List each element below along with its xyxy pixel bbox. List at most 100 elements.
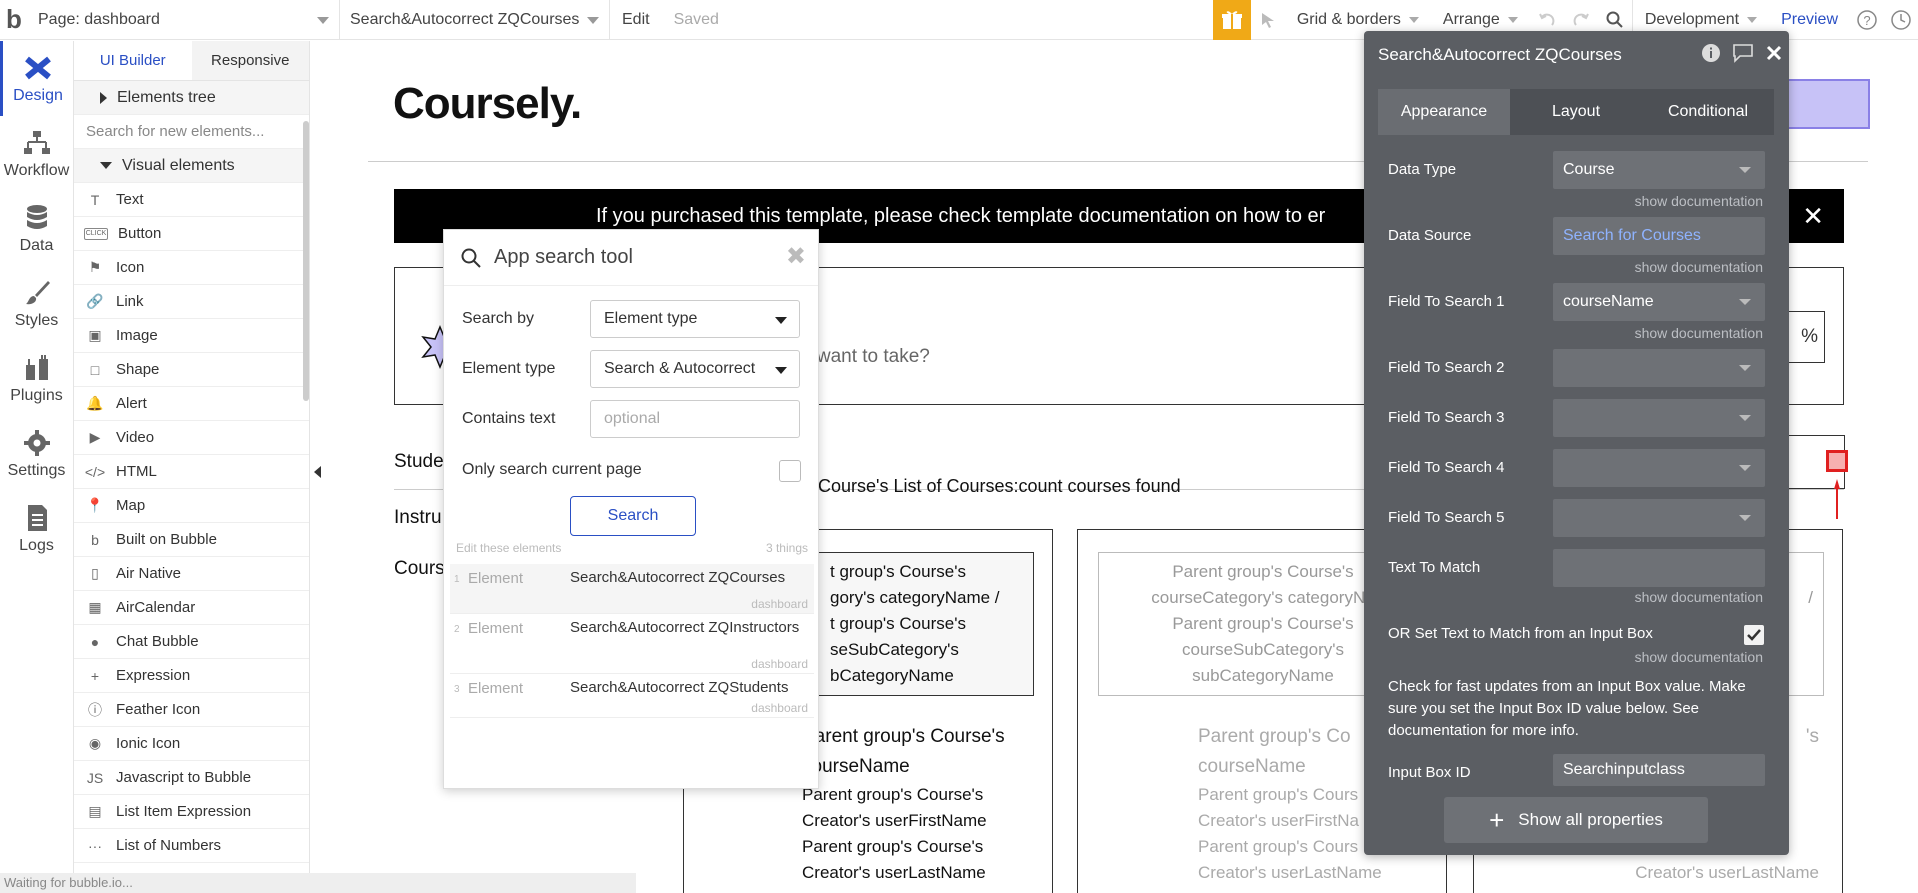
element-search[interactable]	[74, 115, 309, 149]
close-icon[interactable]: ✕	[1802, 201, 1824, 232]
tab-conditional[interactable]: Conditional	[1642, 89, 1774, 135]
element-item-text[interactable]: T Text	[74, 183, 309, 217]
students-tab-label[interactable]: Stude	[394, 451, 444, 473]
canvas-logo[interactable]: Coursely.	[393, 79, 582, 129]
field-to-search-4-dropdown[interactable]	[1553, 449, 1765, 487]
search-by-select[interactable]: Element type	[590, 300, 800, 338]
element-item-javascript-to-bubble[interactable]: JS Javascript to Bubble	[74, 761, 309, 795]
page-selector[interactable]: Page: dashboard	[28, 0, 340, 40]
collapse-panel-handle[interactable]	[310, 462, 324, 482]
search-result-row[interactable]: 1 Element Search&Autocorrect ZQCourses d…	[450, 564, 814, 614]
element-item-chat-bubble[interactable]: ● Chat Bubble	[74, 625, 309, 659]
element-item-html[interactable]: </> HTML	[74, 455, 309, 489]
nav-design-label: Design	[13, 86, 63, 104]
field-to-search-1-dropdown[interactable]: courseName	[1553, 283, 1765, 321]
pointer-icon[interactable]	[1251, 0, 1285, 40]
show-documentation-link[interactable]: show documentation	[1635, 589, 1763, 605]
data-type-dropdown[interactable]: Course	[1553, 151, 1765, 189]
element-item-map[interactable]: 📍 Map	[74, 489, 309, 523]
field-to-search-3-dropdown[interactable]	[1553, 399, 1765, 437]
element-item-video[interactable]: ▶ Video	[74, 421, 309, 455]
show-documentation-link[interactable]: show documentation	[1635, 259, 1763, 275]
chevron-down-icon	[317, 16, 329, 24]
tab-responsive[interactable]: Responsive	[191, 41, 309, 80]
preview-link[interactable]: Preview	[1769, 11, 1850, 29]
only-current-page-checkbox[interactable]	[779, 460, 801, 482]
banner-text: If you purchased this template, please c…	[596, 204, 1326, 227]
nav-plugins[interactable]: Plugins	[0, 341, 73, 416]
element-item-icon[interactable]: ⚑ Icon	[74, 251, 309, 285]
tab-layout[interactable]: Layout	[1510, 89, 1642, 135]
close-icon[interactable]	[1765, 44, 1783, 62]
comment-icon[interactable]	[1731, 43, 1755, 63]
elements-tree-toggle[interactable]: Elements tree	[74, 81, 309, 115]
show-documentation-link[interactable]: show documentation	[1635, 193, 1763, 209]
input-box-id-field[interactable]: Searchinputclass	[1553, 754, 1765, 786]
show-all-properties-button[interactable]: + Show all properties	[1444, 797, 1708, 843]
element-item-alert[interactable]: 🔔 Alert	[74, 387, 309, 421]
show-documentation-link[interactable]: show documentation	[1635, 649, 1763, 665]
element-item-link[interactable]: 🔗 Link	[74, 285, 309, 319]
bubble-logo[interactable]: b	[0, 0, 28, 40]
instructors-tab-label[interactable]: Instru	[394, 507, 442, 529]
element-selector[interactable]: Search&Autocorrect ZQCourses	[340, 0, 610, 40]
search-button[interactable]: Search	[570, 496, 696, 536]
nav-settings[interactable]: Settings	[0, 416, 73, 491]
text-to-match-field[interactable]	[1553, 549, 1765, 587]
search-result-row[interactable]: 2 Element Search&Autocorrect ZQInstructo…	[450, 614, 814, 674]
result-page: dashboard	[751, 657, 808, 671]
plugin-icon	[25, 354, 48, 380]
show-documentation-link[interactable]: show documentation	[1635, 325, 1763, 341]
element-item-built-on-bubble[interactable]: b Built on Bubble	[74, 523, 309, 557]
gift-icon[interactable]	[1212, 0, 1251, 40]
element-item-aircalendar[interactable]: ▦ AirCalendar	[74, 591, 309, 625]
element-item-ionic-icon[interactable]: ◉ Ionic Icon	[74, 727, 309, 761]
nav-plugins-label: Plugins	[10, 386, 63, 404]
search-icon	[461, 248, 481, 268]
result-number: 3	[454, 684, 460, 695]
element-item-label: Link	[116, 293, 144, 310]
environment-label: Development	[1644, 10, 1740, 28]
percent-text: %	[1801, 326, 1818, 347]
element-item-shape[interactable]: □ Shape	[74, 353, 309, 387]
tab-ui-builder[interactable]: UI Builder	[74, 41, 192, 80]
tab-appearance[interactable]: Appearance	[1378, 89, 1510, 135]
data-type-label: Data Type	[1388, 161, 1457, 178]
element-item-air-native[interactable]: ▯ Air Native	[74, 557, 309, 591]
nav-design[interactable]: Design	[0, 41, 73, 116]
courses-tab-label[interactable]: Cours	[394, 558, 445, 580]
element-item-image[interactable]: ▣ Image	[74, 319, 309, 353]
selected-element-marker[interactable]	[1826, 450, 1848, 472]
clock-icon[interactable]	[1884, 0, 1918, 40]
nav-data[interactable]: Data	[0, 191, 73, 266]
field-to-search-5-dropdown[interactable]	[1553, 499, 1765, 537]
map-icon: 📍	[86, 497, 104, 513]
visual-elements-label: Visual elements	[122, 156, 235, 174]
field-to-search-2-dropdown[interactable]	[1553, 349, 1765, 387]
element-type-select[interactable]: Search & Autocorrect	[590, 350, 800, 388]
contains-text-input[interactable]	[590, 400, 800, 438]
visual-elements-toggle[interactable]: Visual elements	[74, 149, 309, 183]
info-icon[interactable]	[1701, 43, 1721, 63]
element-item-feather-icon[interactable]: ⓘ Feather Icon	[74, 693, 309, 727]
help-icon[interactable]: ?	[1850, 0, 1884, 40]
category-line: t group's Course's	[830, 614, 966, 633]
input-box-option-checkbox[interactable]	[1744, 625, 1764, 645]
close-icon[interactable]: ✖	[786, 242, 806, 271]
nav-workflow[interactable]: Workflow	[0, 116, 73, 191]
element-item-button[interactable]: CLICK Button	[74, 217, 309, 251]
data-source-field[interactable]: Search for Courses	[1553, 217, 1765, 255]
element-search-input[interactable]	[86, 123, 296, 140]
search-result-row[interactable]: 3 Element Search&Autocorrect ZQStudents …	[450, 674, 814, 718]
element-item-expression[interactable]: + Expression	[74, 659, 309, 693]
result-type: Element	[468, 680, 524, 697]
edit-these-elements-link[interactable]: Edit these elements	[456, 541, 561, 555]
field-to-search-4-label: Field To Search 4	[1388, 459, 1505, 476]
element-item-list-item-expression[interactable]: ▤ List Item Expression	[74, 795, 309, 829]
nav-styles[interactable]: Styles	[0, 266, 73, 341]
nav-logs[interactable]: Logs	[0, 491, 73, 566]
elements-panel-scrollbar[interactable]	[303, 121, 309, 401]
edit-menu[interactable]: Edit	[610, 0, 662, 40]
element-item-label: Button	[118, 225, 162, 242]
element-item-list-of-numbers[interactable]: ··· List of Numbers	[74, 829, 309, 863]
